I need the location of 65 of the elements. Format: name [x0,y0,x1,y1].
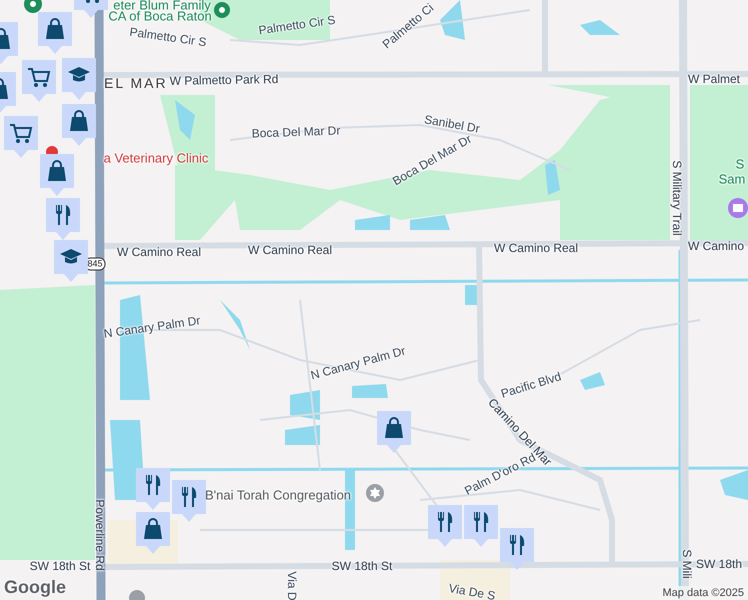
map-pin[interactable] [62,58,96,100]
street-label: S Mili [681,549,693,579]
building-icon[interactable] [728,198,748,218]
street-label: Via De S [448,582,496,600]
street-label: W Camino Real [116,246,202,258]
lake [545,160,560,195]
lake [465,285,478,305]
lake [175,100,195,140]
lake [720,470,748,500]
lake [355,215,390,230]
star-of-david-icon[interactable] [366,484,384,502]
lake [352,384,388,398]
map-pin[interactable] [38,12,72,54]
street-label: Palmetto Cir S [258,14,336,36]
map-pin[interactable] [136,468,170,510]
lake [220,300,250,350]
street-label: Powerline Rd [94,499,106,571]
shopping-bag-icon [382,416,406,440]
street-label: N Canary Palm Dr [102,314,202,340]
shopping-bag-icon [43,17,67,41]
street-label: SW 18th [696,558,742,570]
street-label: W Camino Real [248,244,332,256]
shopping-cart-icon [9,121,33,145]
map-pin[interactable] [4,116,38,158]
lake [440,0,465,40]
place-label: eter Blum Family [113,0,211,12]
place-label: a Veterinary Clinic [104,152,208,164]
street-label: Pacific Blvd [500,370,562,400]
place-label: S [736,158,744,170]
lake [580,372,605,390]
shopping-bag-icon [141,517,165,541]
street-label: Boca Del Mar Dr [251,124,341,140]
lake [410,215,450,230]
street-label: Palmetto Cir S [128,26,208,48]
map-pin[interactable] [54,240,88,282]
street-label: EL MAR [104,76,168,90]
place-label: Sam [718,172,746,186]
place-pin-icon[interactable] [24,0,42,13]
lake [290,390,320,420]
street-label: N Canary Palm Dr [309,344,407,382]
street-label: W Palmetto Park Rd [170,73,278,87]
lake [580,20,620,35]
map-pin[interactable] [172,480,206,522]
street-label: Boca Del Mar Dr [390,132,474,188]
map-pin[interactable] [377,411,411,453]
map-pin[interactable] [40,154,74,196]
street-label: W Camino Real [494,242,578,254]
shopping-cart-icon [27,65,51,89]
street-label: SW 18th St [30,560,90,572]
shopping-bag-icon [45,159,69,183]
shopping-bag-icon [67,109,91,133]
street-label: Via D [286,571,298,600]
map-pin[interactable] [22,60,56,102]
street-label: Sanibel Dr [423,113,481,135]
lake [285,425,320,445]
street-label: W Camino [688,240,744,252]
map-logo[interactable]: Google [4,577,66,598]
map-pin[interactable] [62,104,96,146]
street-label: W Palmet [688,73,740,85]
street-label: S Military Trail [671,160,683,236]
map-pin[interactable] [464,505,498,547]
place-pin-icon[interactable] [214,2,230,18]
street-label: SW 18th St [332,560,392,572]
map-pin[interactable] [46,198,80,240]
map-pin[interactable] [428,505,462,547]
